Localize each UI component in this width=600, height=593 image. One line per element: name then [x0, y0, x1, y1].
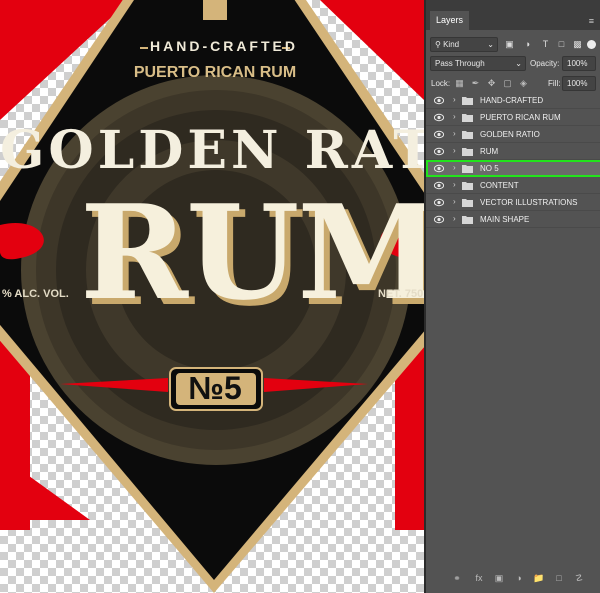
expand-caret-icon[interactable]: ›	[453, 214, 456, 223]
expand-caret-icon[interactable]: ›	[453, 146, 456, 155]
layer-row[interactable]: › GOLDEN RATIO	[426, 126, 600, 143]
rum-text: RUM	[80, 176, 424, 329]
blend-row: Pass Through ⌄ Opacity: 100%	[426, 56, 600, 74]
lock-label: Lock:	[431, 79, 451, 88]
chevron-down-icon: ⌄	[515, 59, 522, 68]
fill-value: 100%	[567, 79, 588, 88]
layer-name: MAIN SHAPE	[480, 215, 530, 224]
lock-transparency-icon[interactable]: ▦	[454, 78, 465, 89]
lock-paint-icon[interactable]: ✒	[470, 78, 481, 89]
puerto-rican-rum-text: PUERTO RICAN RUM	[133, 64, 297, 81]
opacity-label: Opacity:	[530, 59, 560, 68]
search-icon: ⚲	[435, 40, 441, 49]
trash-icon[interactable]: ☡	[572, 571, 586, 585]
expand-caret-icon[interactable]: ›	[453, 197, 456, 206]
layer-row[interactable]: › MAIN SHAPE	[426, 211, 600, 228]
adjustment-icon[interactable]: ◑	[512, 571, 526, 585]
layer-row[interactable]: › RUM	[426, 143, 600, 160]
folder-icon	[462, 182, 473, 190]
folder-icon	[462, 216, 473, 224]
layer-name: VECTOR ILLUSTRATIONS	[480, 198, 578, 207]
visibility-eye-icon[interactable]	[434, 198, 444, 207]
expand-caret-icon[interactable]: ›	[453, 129, 456, 138]
filter-kind-label: Kind	[443, 40, 460, 49]
opacity-value: 100%	[567, 59, 588, 68]
folder-icon	[462, 114, 473, 122]
lock-all-icon[interactable]: ◈	[518, 78, 529, 89]
layer-row[interactable]: › VECTOR ILLUSTRATIONS	[426, 194, 600, 211]
visibility-eye-icon[interactable]	[434, 96, 444, 105]
chevron-down-icon: ⌄	[487, 40, 494, 49]
layer-name: NO 5	[480, 164, 499, 173]
layer-row[interactable]: › HAND-CRAFTED	[426, 92, 600, 109]
pixel-filter-icon[interactable]: ▣	[504, 39, 515, 50]
expand-caret-icon[interactable]: ›	[453, 180, 456, 189]
layer-name: CONTENT	[480, 181, 519, 190]
group-icon[interactable]: 📁	[532, 571, 546, 585]
layer-name: RUM	[480, 147, 499, 156]
mask-icon[interactable]: ▣	[492, 571, 506, 585]
panel-tab-bar: Layers ≡	[426, 0, 600, 30]
visibility-eye-icon[interactable]	[434, 164, 444, 173]
layer-name: GOLDEN RATIO	[480, 130, 540, 139]
alc-vol-text: % ALC. VOL.	[2, 288, 69, 300]
expand-caret-icon[interactable]: ›	[453, 112, 456, 121]
layer-row[interactable]: › PUERTO RICAN RUM	[426, 109, 600, 126]
folder-icon	[462, 148, 473, 156]
number-five-text: №5	[188, 370, 242, 406]
blend-mode-select[interactable]: Pass Through ⌄	[430, 56, 526, 71]
layers-list: › HAND-CRAFTED › PUERTO RICAN RUM › GOLDEN RA…	[426, 92, 600, 228]
shape-filter-icon[interactable]: □	[556, 39, 567, 50]
smart-object-filter-icon[interactable]: ▩	[572, 39, 583, 50]
filter-kind-select[interactable]: ⚲ Kind ⌄	[430, 37, 498, 52]
document-canvas[interactable]: HAND-CRAFTED PUERTO RICAN RUM GOLDEN RAT…	[0, 0, 424, 593]
filter-toggle[interactable]	[587, 40, 596, 49]
visibility-eye-icon[interactable]	[434, 147, 444, 156]
layers-panel: Layers ≡ ⚲ Kind ⌄ ▣ ◑ T □ ▩ Pass Through…	[424, 0, 600, 593]
panel-footer: ⚭ fx ▣ ◑ 📁 □ ☡	[426, 569, 600, 587]
visibility-eye-icon[interactable]	[434, 215, 444, 224]
layer-name: HAND-CRAFTED	[480, 96, 544, 105]
new-layer-icon[interactable]: □	[552, 571, 566, 585]
layer-name: PUERTO RICAN RUM	[480, 113, 561, 122]
layer-row[interactable]: › NO 5	[426, 160, 600, 177]
folder-icon	[462, 199, 473, 207]
net-volume-text: NET. 750	[378, 288, 424, 300]
visibility-eye-icon[interactable]	[434, 181, 444, 190]
adjustment-filter-icon[interactable]: ◑	[522, 39, 533, 50]
layer-row[interactable]: › CONTENT	[426, 177, 600, 194]
visibility-eye-icon[interactable]	[434, 130, 444, 139]
fill-field[interactable]: 100%	[562, 76, 596, 91]
blend-mode-label: Pass Through	[435, 59, 485, 68]
fx-icon[interactable]: fx	[472, 571, 486, 585]
lock-row: Lock: ▦ ✒ ✥ ▢ ◈ Fill: 100%	[426, 76, 600, 92]
golden-ratio-text: GOLDEN RATIO	[0, 120, 424, 181]
link-icon[interactable]: ⚭	[450, 571, 464, 585]
tab-layers[interactable]: Layers	[430, 11, 470, 30]
lock-position-icon[interactable]: ✥	[486, 78, 497, 89]
folder-icon	[462, 165, 473, 173]
fill-label: Fill:	[548, 79, 561, 88]
expand-caret-icon[interactable]: ›	[453, 95, 456, 104]
type-filter-icon[interactable]: T	[540, 39, 551, 50]
folder-icon	[462, 131, 473, 139]
expand-caret-icon[interactable]: ›	[453, 163, 456, 172]
folder-icon	[462, 97, 473, 105]
visibility-eye-icon[interactable]	[434, 113, 444, 122]
lock-artboard-icon[interactable]: ▢	[502, 78, 513, 89]
filter-row: ⚲ Kind ⌄ ▣ ◑ T □ ▩	[426, 36, 600, 56]
hand-crafted-text: HAND-CRAFTED	[150, 38, 298, 54]
panel-menu-icon[interactable]: ≡	[589, 16, 594, 26]
opacity-field[interactable]: 100%	[562, 56, 596, 71]
